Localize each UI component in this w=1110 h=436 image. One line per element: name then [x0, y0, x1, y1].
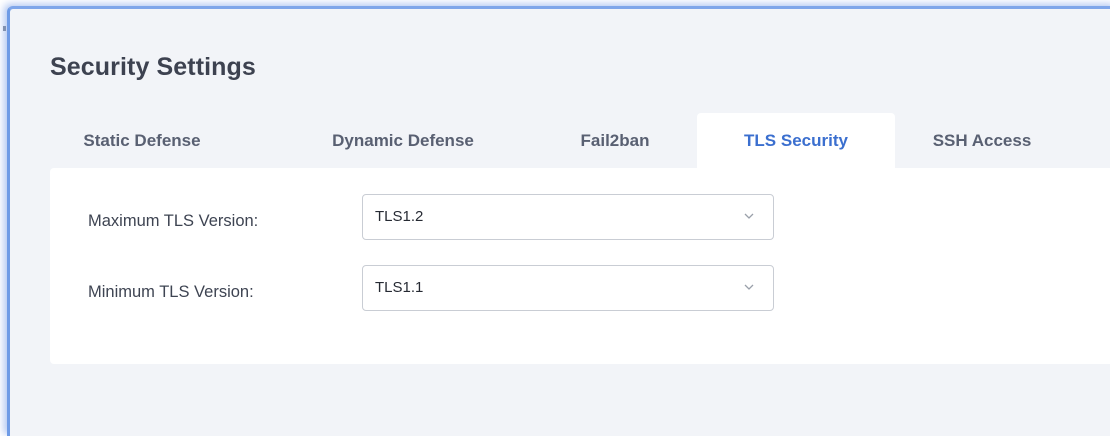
min-tls-select[interactable]: TLS1.1 [362, 265, 774, 311]
tab-dynamic-defense[interactable]: Dynamic Defense [303, 113, 503, 169]
tab-bar: Static Defense Dynamic Defense Fail2ban … [10, 113, 1110, 169]
tab-tls-security[interactable]: TLS Security [697, 113, 895, 169]
page-title: Security Settings [50, 53, 256, 81]
tab-fail2ban[interactable]: Fail2ban [555, 113, 675, 169]
chevron-down-icon [744, 284, 754, 290]
settings-window: Security Settings Static Defense Dynamic… [7, 6, 1110, 436]
tab-static-defense[interactable]: Static Defense [72, 113, 212, 169]
tls-settings-panel: Maximum TLS Version: TLS1.2 Minimum TLS … [50, 168, 1110, 364]
max-tls-label: Maximum TLS Version: [88, 212, 259, 230]
max-tls-value: TLS1.2 [375, 208, 424, 225]
resize-corner-mark [3, 26, 6, 31]
min-tls-value: TLS1.1 [375, 279, 424, 296]
min-tls-label: Minimum TLS Version: [88, 283, 254, 301]
tab-ssh-access[interactable]: SSH Access [922, 113, 1042, 169]
chevron-down-icon [744, 213, 754, 219]
max-tls-select[interactable]: TLS1.2 [362, 194, 774, 240]
